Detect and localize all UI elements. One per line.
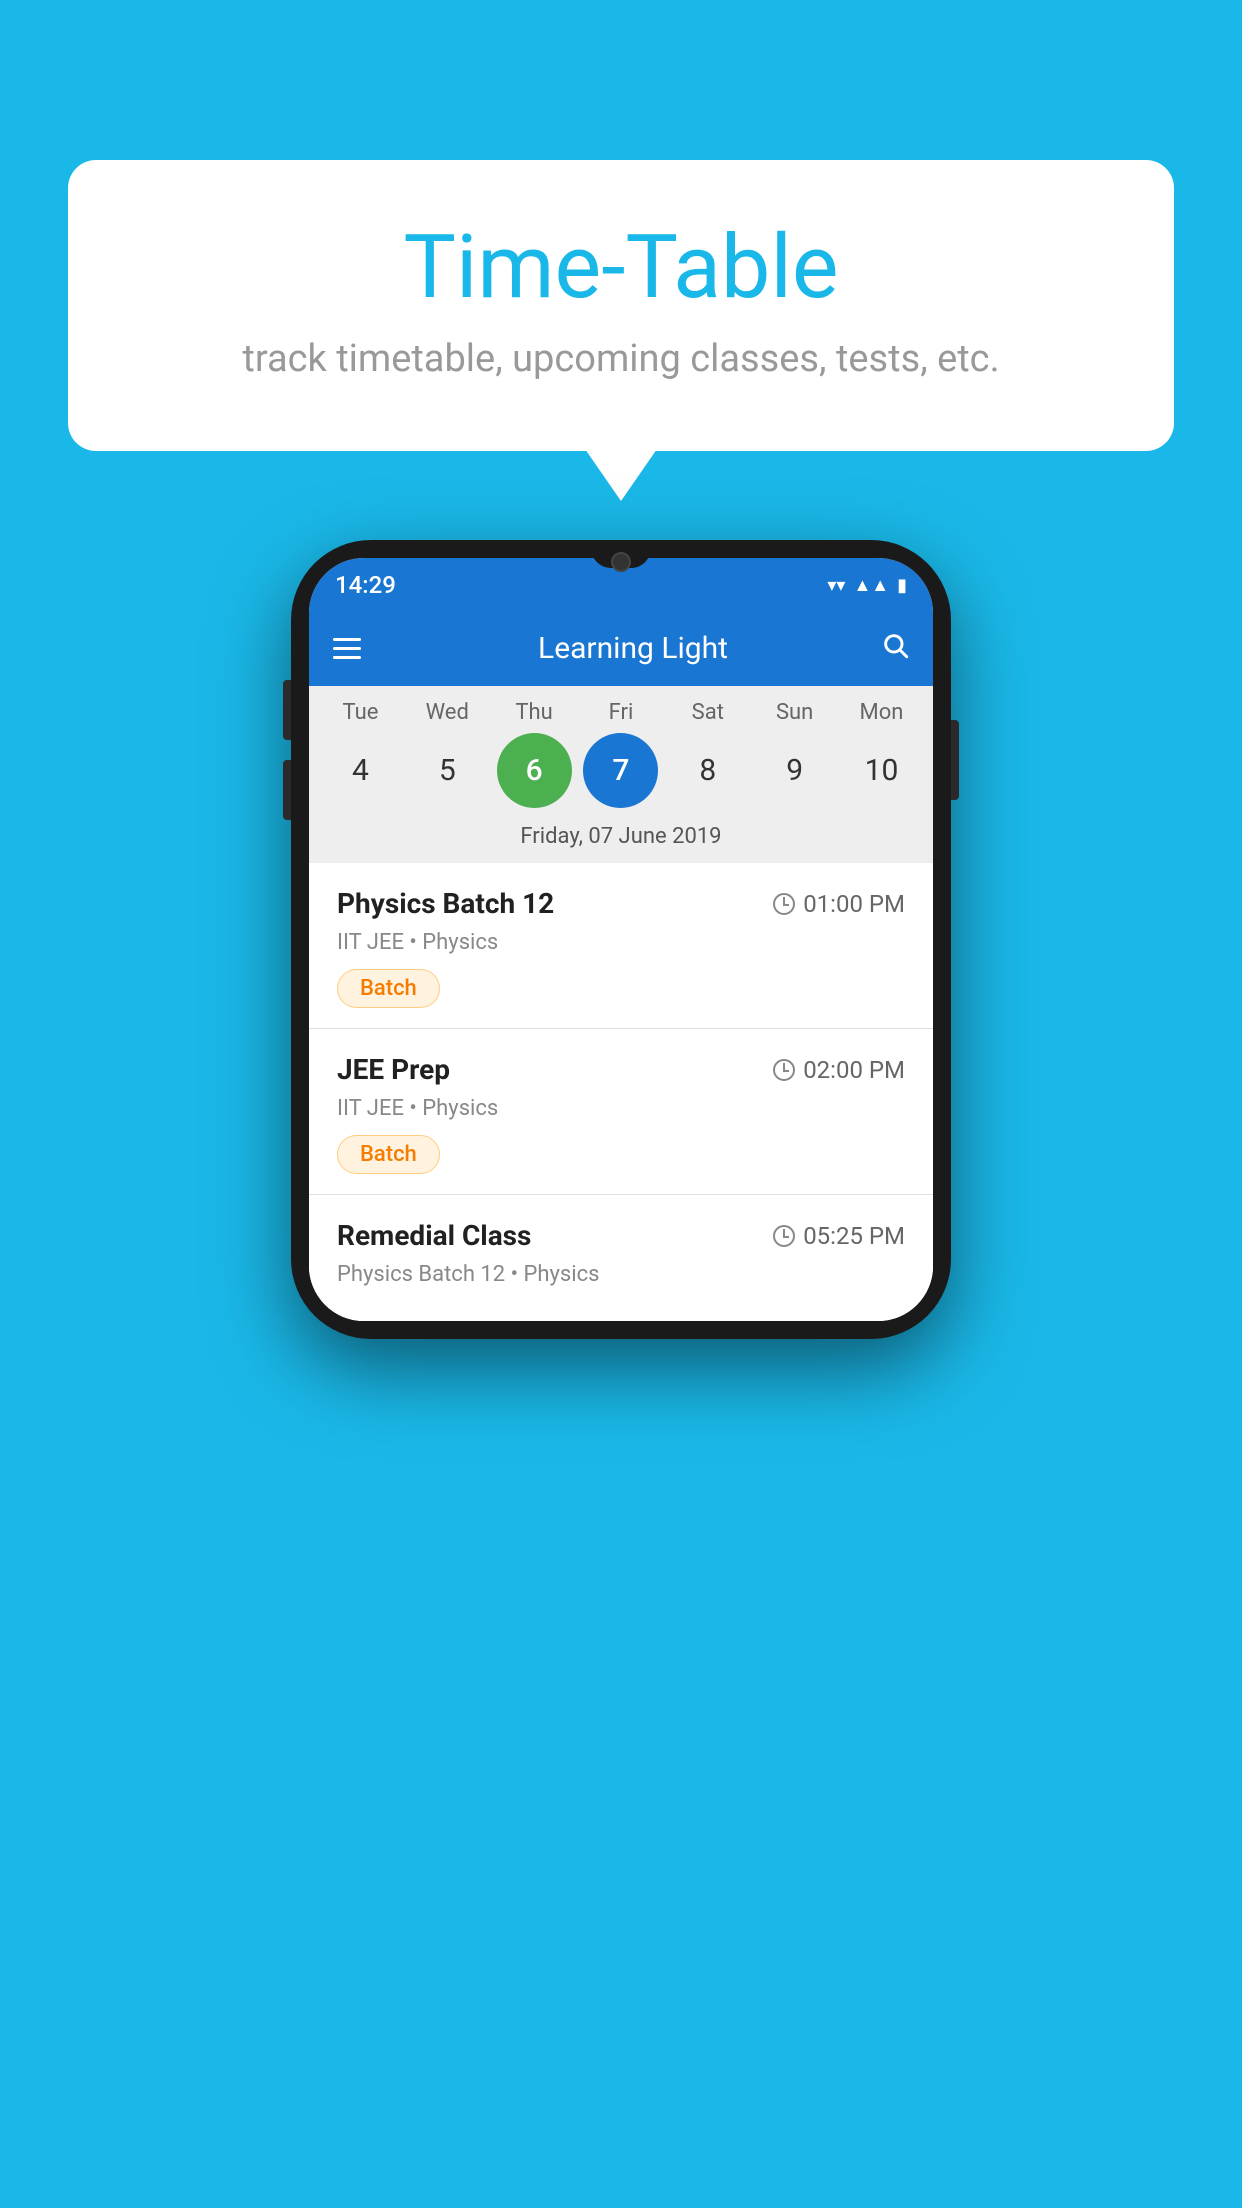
clock-icon-2 bbox=[773, 1059, 795, 1081]
date-6-today[interactable]: 6 bbox=[497, 733, 572, 808]
day-mon: Mon bbox=[844, 700, 919, 725]
event-subject-3: Physics Batch 12 • Physics bbox=[337, 1262, 905, 1287]
date-9[interactable]: 9 bbox=[757, 733, 832, 808]
date-5[interactable]: 5 bbox=[410, 733, 485, 808]
front-camera bbox=[611, 552, 631, 572]
event-item-2[interactable]: JEE Prep 02:00 PM IIT JEE • Physics Batc… bbox=[309, 1029, 933, 1195]
phone-screen: 14:29 ▾▾ ▲▲ ▮ Learning Light bbox=[309, 558, 933, 1321]
day-wed: Wed bbox=[410, 700, 485, 725]
event-item-1[interactable]: Physics Batch 12 01:00 PM IIT JEE • Phys… bbox=[309, 863, 933, 1029]
clock-icon-3 bbox=[773, 1225, 795, 1247]
event-time-label-1: 01:00 PM bbox=[803, 890, 905, 918]
event-name-2: JEE Prep bbox=[337, 1053, 450, 1086]
event-name-3: Remedial Class bbox=[337, 1219, 531, 1252]
signal-icon: ▲▲ bbox=[853, 575, 889, 596]
day-fri: Fri bbox=[583, 700, 658, 725]
search-icon[interactable] bbox=[881, 631, 909, 666]
day-headers: Tue Wed Thu Fri Sat Sun Mon bbox=[309, 700, 933, 725]
date-10[interactable]: 10 bbox=[844, 733, 919, 808]
day-thu: Thu bbox=[497, 700, 572, 725]
bubble-title: Time-Table bbox=[118, 220, 1124, 317]
event-header-1: Physics Batch 12 01:00 PM bbox=[337, 887, 905, 920]
event-time-label-2: 02:00 PM bbox=[803, 1056, 905, 1084]
date-4[interactable]: 4 bbox=[323, 733, 398, 808]
events-list: Physics Batch 12 01:00 PM IIT JEE • Phys… bbox=[309, 863, 933, 1321]
status-time: 14:29 bbox=[335, 571, 396, 599]
event-subject-1: IIT JEE • Physics bbox=[337, 930, 905, 955]
event-header-2: JEE Prep 02:00 PM bbox=[337, 1053, 905, 1086]
selected-date-label: Friday, 07 June 2019 bbox=[309, 816, 933, 863]
phone-mockup: 14:29 ▾▾ ▲▲ ▮ Learning Light bbox=[291, 540, 951, 1339]
speech-bubble: Time-Table track timetable, upcoming cla… bbox=[68, 160, 1174, 451]
volume-down-button bbox=[283, 760, 291, 820]
event-badge-2: Batch bbox=[337, 1135, 440, 1174]
menu-icon[interactable] bbox=[333, 638, 361, 659]
app-title: Learning Light bbox=[385, 631, 881, 666]
bubble-subtitle: track timetable, upcoming classes, tests… bbox=[118, 337, 1124, 381]
battery-icon: ▮ bbox=[897, 575, 907, 596]
day-numbers: 4 5 6 7 8 9 10 bbox=[309, 725, 933, 816]
day-sun: Sun bbox=[757, 700, 832, 725]
event-name-1: Physics Batch 12 bbox=[337, 887, 554, 920]
event-time-3: 05:25 PM bbox=[773, 1222, 905, 1250]
day-sat: Sat bbox=[670, 700, 745, 725]
event-time-2: 02:00 PM bbox=[773, 1056, 905, 1084]
event-subject-2: IIT JEE • Physics bbox=[337, 1096, 905, 1121]
power-button bbox=[951, 720, 959, 800]
volume-up-button bbox=[283, 680, 291, 740]
event-time-1: 01:00 PM bbox=[773, 890, 905, 918]
app-bar: Learning Light bbox=[309, 610, 933, 686]
event-header-3: Remedial Class 05:25 PM bbox=[337, 1219, 905, 1252]
status-icons: ▾▾ ▲▲ ▮ bbox=[827, 575, 907, 596]
event-time-label-3: 05:25 PM bbox=[803, 1222, 905, 1250]
event-badge-1: Batch bbox=[337, 969, 440, 1008]
date-7-selected[interactable]: 7 bbox=[583, 733, 658, 808]
date-8[interactable]: 8 bbox=[670, 733, 745, 808]
day-tue: Tue bbox=[323, 700, 398, 725]
calendar-strip: Tue Wed Thu Fri Sat Sun Mon 4 5 6 7 8 9 … bbox=[309, 686, 933, 863]
wifi-icon: ▾▾ bbox=[827, 575, 845, 596]
event-item-3[interactable]: Remedial Class 05:25 PM Physics Batch 12… bbox=[309, 1195, 933, 1321]
phone-outer: 14:29 ▾▾ ▲▲ ▮ Learning Light bbox=[291, 540, 951, 1339]
clock-icon-1 bbox=[773, 893, 795, 915]
